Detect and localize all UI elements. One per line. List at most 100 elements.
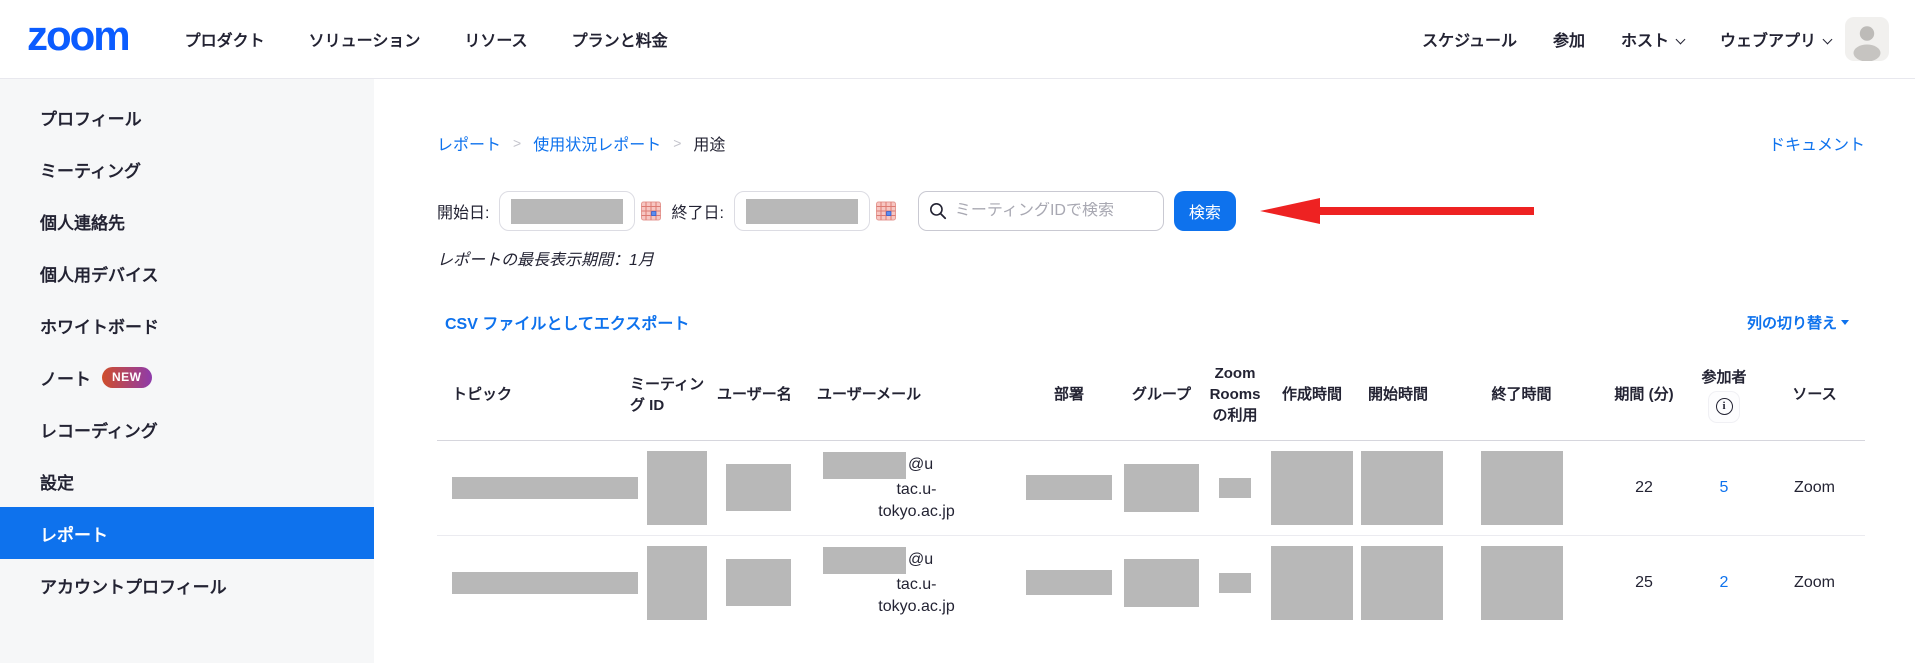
- redacted-group: [1124, 559, 1199, 607]
- report-filters: 開始日: 終了日:: [437, 191, 1865, 231]
- breadcrumb-reports[interactable]: レポート: [437, 131, 501, 155]
- duration-cell: 22: [1604, 440, 1684, 535]
- sidebar-item-recordings[interactable]: レコーディング: [0, 403, 374, 455]
- redacted-start-date: [511, 199, 623, 224]
- source-cell: Zoom: [1764, 440, 1865, 535]
- sidebar-item-personal-devices[interactable]: 個人用デバイス: [0, 247, 374, 299]
- start-date-label: 開始日:: [437, 199, 489, 223]
- redacted-create-time: [1271, 451, 1353, 525]
- redacted-create-time: [1271, 546, 1353, 620]
- breadcrumb-separator: >: [513, 135, 521, 151]
- sidebar-item-profile[interactable]: プロフィール: [0, 91, 374, 143]
- search-button[interactable]: 検索: [1174, 191, 1236, 231]
- participants-info-button[interactable]: [1708, 391, 1740, 423]
- col-participants: 参加者: [1684, 350, 1764, 440]
- red-arrow-annotation: [1258, 196, 1536, 226]
- table-row: @u tac.u- tokyo.ac.jp 25 2 Zoom: [437, 535, 1865, 630]
- nav-plans-pricing[interactable]: プランと料金: [572, 27, 668, 51]
- col-source: ソース: [1764, 350, 1865, 440]
- col-end-time: 終了時間: [1439, 350, 1604, 440]
- col-department: 部署: [1018, 350, 1120, 440]
- max-period-note: レポートの最長表示期間：1月: [437, 246, 1865, 270]
- sidebar-item-personal-contacts[interactable]: 個人連絡先: [0, 195, 374, 247]
- end-date-label: 終了日:: [671, 199, 723, 223]
- account-nav: スケジュール 参加 ホスト ウェブアプリ: [1422, 27, 1831, 51]
- info-icon: [1716, 398, 1733, 415]
- table-header-row: トピック ミーティング ID ユーザー名 ユーザーメール 部署 グループ Zoo…: [437, 350, 1865, 440]
- redacted-department: [1026, 475, 1112, 500]
- meeting-id-search-input[interactable]: [955, 202, 1153, 220]
- col-user-email: ユーザーメール: [815, 350, 1018, 440]
- redacted-end-time: [1481, 546, 1563, 620]
- user-email-cell: @u tac.u- tokyo.ac.jp: [815, 535, 1018, 630]
- triangle-down-icon: [1841, 320, 1849, 325]
- nav-webapp-dropdown[interactable]: ウェブアプリ: [1720, 27, 1831, 51]
- nav-schedule[interactable]: スケジュール: [1422, 27, 1517, 51]
- person-silhouette-icon: [1845, 17, 1889, 61]
- nav-solutions[interactable]: ソリューション: [309, 27, 421, 51]
- sidebar-item-account-profile[interactable]: アカウントプロフィール: [0, 559, 374, 611]
- redacted-zoom-rooms: [1219, 573, 1251, 593]
- source-cell: Zoom: [1764, 535, 1865, 630]
- col-start-time: 開始時間: [1357, 350, 1439, 440]
- zoom-logo[interactable]: zoom: [27, 15, 129, 63]
- end-date-input[interactable]: [734, 191, 870, 231]
- new-badge: NEW: [102, 367, 152, 388]
- meeting-id-search-box: [918, 191, 1164, 231]
- col-user-name: ユーザー名: [715, 350, 815, 440]
- redacted-start-time: [1361, 451, 1443, 525]
- nav-resources[interactable]: リソース: [464, 27, 527, 51]
- sidebar-item-notes[interactable]: ノートNEW: [0, 351, 374, 403]
- table-row: @u tac.u- tokyo.ac.jp 22 5 Zoom: [437, 440, 1865, 535]
- redacted-zoom-rooms: [1219, 478, 1251, 498]
- nav-host-dropdown[interactable]: ホスト: [1621, 27, 1684, 51]
- sidebar: プロフィール ミーティング 個人連絡先 個人用デバイス ホワイトボード ノートN…: [0, 79, 374, 663]
- col-group: グループ: [1120, 350, 1203, 440]
- main-nav: プロダクト ソリューション リソース プランと料金: [185, 27, 668, 51]
- user-email-cell: @u tac.u- tokyo.ac.jp: [815, 440, 1018, 535]
- nav-products[interactable]: プロダクト: [185, 27, 265, 51]
- redacted-user-name: [726, 559, 791, 606]
- nav-join[interactable]: 参加: [1553, 27, 1585, 51]
- export-csv-link[interactable]: CSV ファイルとしてエクスポート: [445, 310, 689, 334]
- redacted-email-local: [823, 452, 906, 479]
- documentation-link[interactable]: ドキュメント: [1769, 131, 1865, 155]
- calendar-icon[interactable]: [876, 201, 896, 221]
- redacted-group: [1124, 464, 1199, 512]
- redacted-meeting-id: [647, 546, 707, 620]
- redacted-topic: [452, 477, 638, 499]
- breadcrumb-separator: >: [673, 135, 681, 151]
- redacted-end-date: [746, 199, 858, 224]
- chevron-down-icon: [1823, 35, 1833, 45]
- breadcrumb-current: 用途: [693, 131, 725, 155]
- sidebar-item-meetings[interactable]: ミーティング: [0, 143, 374, 195]
- calendar-icon[interactable]: [641, 201, 661, 221]
- redacted-meeting-id: [647, 451, 707, 525]
- breadcrumb: レポート > 使用状況レポート > 用途: [437, 131, 725, 155]
- participants-count-link[interactable]: 2: [1720, 574, 1729, 591]
- breadcrumb-usage-reports[interactable]: 使用状況レポート: [533, 131, 661, 155]
- sidebar-item-whiteboard[interactable]: ホワイトボード: [0, 299, 374, 351]
- col-zoom-rooms: Zoom Roomsの利用: [1203, 350, 1267, 440]
- sidebar-item-settings[interactable]: 設定: [0, 455, 374, 507]
- search-icon: [929, 202, 947, 220]
- col-meeting-id: ミーティング ID: [628, 350, 715, 440]
- redacted-department: [1026, 570, 1112, 595]
- col-topic: トピック: [437, 350, 628, 440]
- redacted-email-local: [823, 547, 906, 574]
- participants-count-link[interactable]: 5: [1720, 479, 1729, 496]
- redacted-end-time: [1481, 451, 1563, 525]
- col-duration-min: 期間 (分): [1604, 350, 1684, 440]
- user-avatar[interactable]: [1845, 17, 1889, 61]
- col-create-time: 作成時間: [1267, 350, 1357, 440]
- redacted-start-time: [1361, 546, 1443, 620]
- usage-report-table: トピック ミーティング ID ユーザー名 ユーザーメール 部署 グループ Zoo…: [437, 350, 1865, 630]
- top-nav: zoom プロダクト ソリューション リソース プランと料金 スケジュール 参加…: [0, 0, 1915, 79]
- chevron-down-icon: [1676, 35, 1686, 45]
- duration-cell: 25: [1604, 535, 1684, 630]
- start-date-input[interactable]: [499, 191, 635, 231]
- sidebar-item-reports[interactable]: レポート: [0, 507, 374, 559]
- toggle-columns-link[interactable]: 列の切り替え: [1747, 312, 1849, 333]
- redacted-topic: [452, 572, 638, 594]
- redacted-user-name: [726, 464, 791, 511]
